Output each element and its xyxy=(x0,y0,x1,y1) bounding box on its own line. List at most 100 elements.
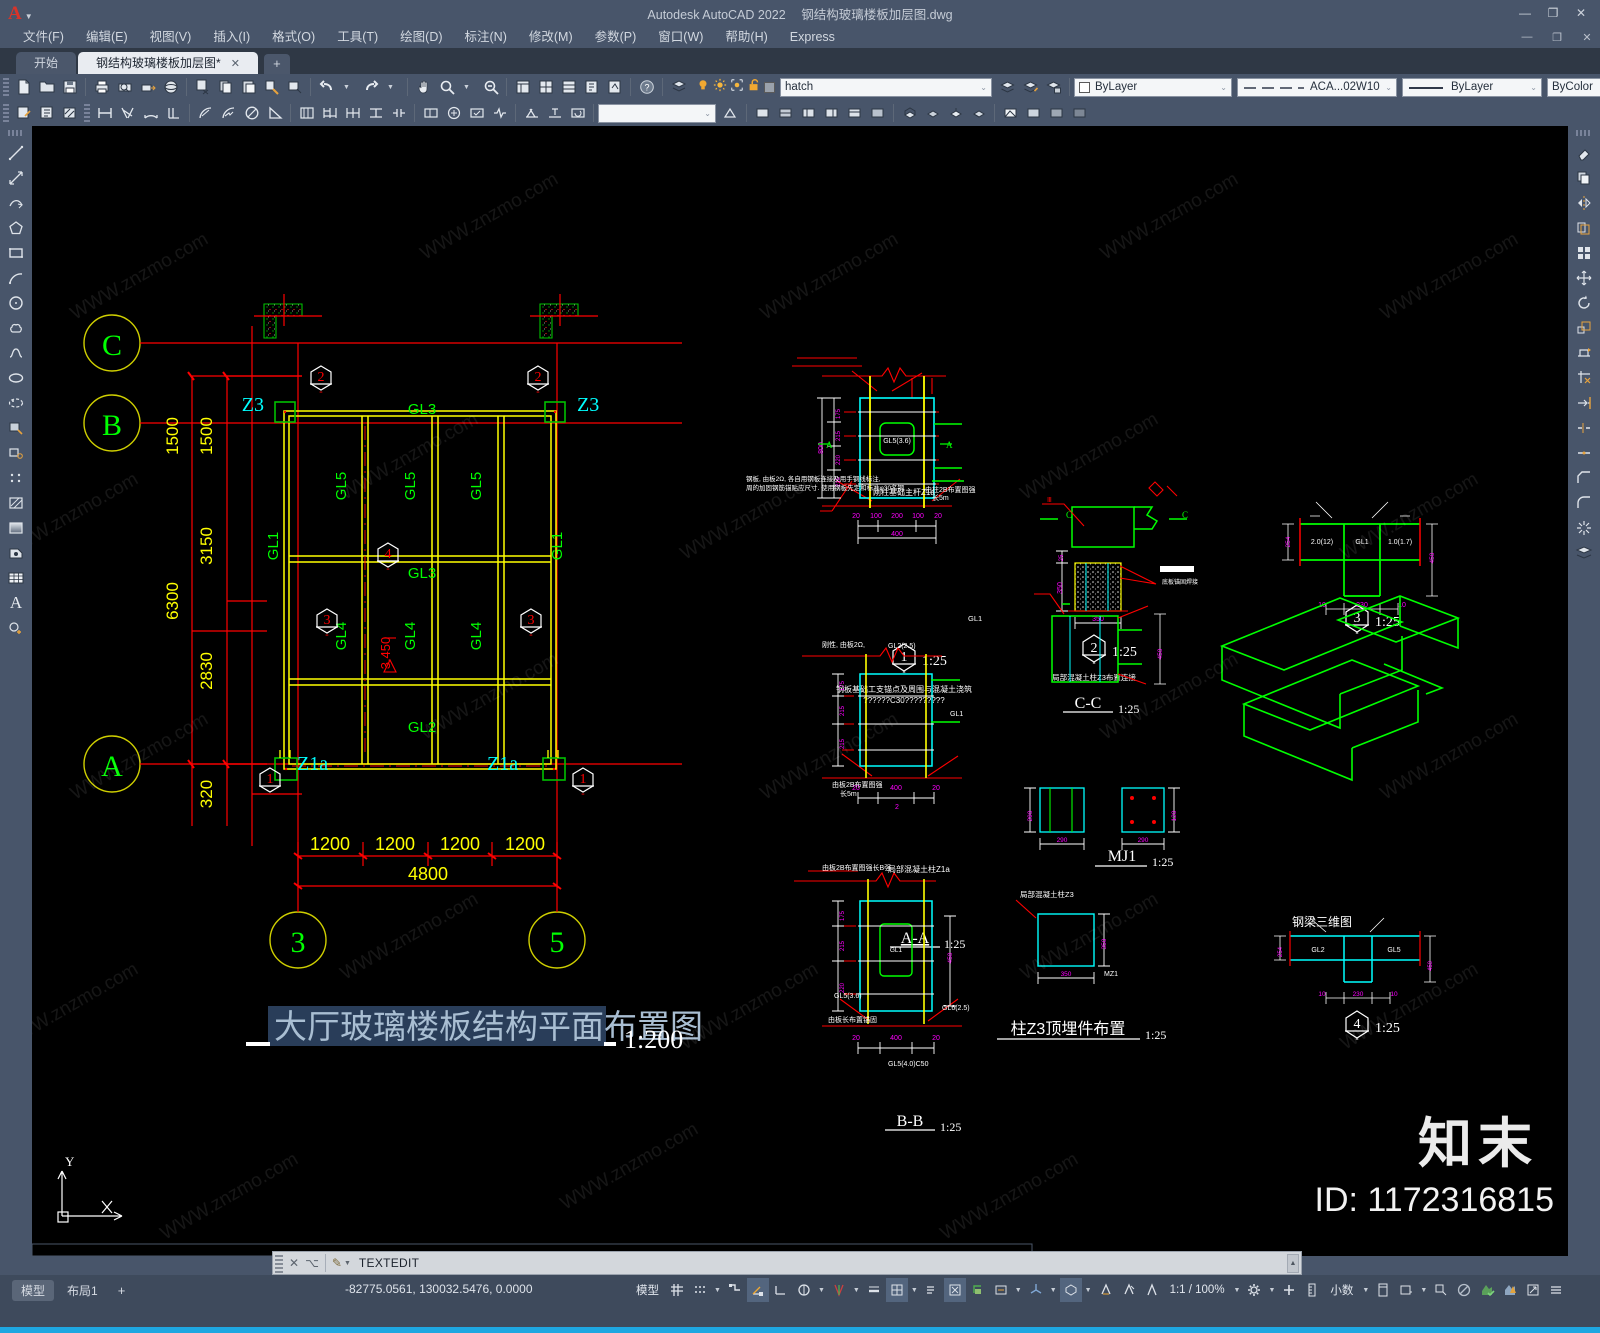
visual-style-realistic-icon[interactable] xyxy=(1069,103,1090,123)
visual-style-2d-icon[interactable] xyxy=(1000,103,1021,123)
plot-preview-icon[interactable] xyxy=(114,77,135,97)
multiline-text-icon[interactable]: A xyxy=(3,590,29,615)
polygon-icon[interactable] xyxy=(3,215,29,240)
units-icon[interactable] xyxy=(1301,1278,1323,1302)
menu-help[interactable]: 帮助(H) xyxy=(714,26,778,48)
tool-palettes-icon[interactable] xyxy=(558,77,579,97)
tab-start[interactable]: 开始 xyxy=(16,52,77,74)
linetype-caret-icon[interactable]: ⌄ xyxy=(1385,83,1392,92)
dyninput-dropdown-icon[interactable]: ▼ xyxy=(1013,1287,1024,1294)
mirror-icon[interactable] xyxy=(1571,190,1597,215)
visual-style-hidden-icon[interactable] xyxy=(1023,103,1044,123)
dim-jogline-icon[interactable] xyxy=(489,103,510,123)
dim-update-icon[interactable] xyxy=(567,103,588,123)
graphics-performance-icon[interactable] xyxy=(1453,1278,1475,1302)
region-icon[interactable] xyxy=(3,540,29,565)
lock-dropdown-icon[interactable]: ▼ xyxy=(1418,1287,1429,1294)
menu-view[interactable]: 视图(V) xyxy=(139,26,203,48)
center-mark-icon[interactable] xyxy=(443,103,464,123)
ortho-mode-icon[interactable] xyxy=(724,1278,746,1302)
layer-vp-freeze-icon[interactable] xyxy=(730,78,744,97)
ellipse-icon[interactable] xyxy=(3,365,29,390)
menu-file[interactable]: 文件(F) xyxy=(12,26,75,48)
zoom-previous-icon[interactable] xyxy=(480,77,501,97)
hatch-icon[interactable] xyxy=(3,490,29,515)
tolerance-icon[interactable] xyxy=(420,103,441,123)
plotstyle-dropdown[interactable]: ByColor ⌄ xyxy=(1547,77,1600,97)
osnap-track-dropdown-icon[interactable]: ▼ xyxy=(816,1287,827,1294)
chamfer-icon[interactable] xyxy=(1571,465,1597,490)
dim-ordinate-icon[interactable] xyxy=(163,103,184,123)
command-history-icon[interactable]: ✎ xyxy=(332,1256,342,1270)
plot-icon[interactable] xyxy=(91,77,112,97)
dim-oblique-icon[interactable] xyxy=(521,103,542,123)
array-icon[interactable] xyxy=(1571,240,1597,265)
trim-icon[interactable] xyxy=(1571,365,1597,390)
annotation-monitor-icon[interactable] xyxy=(1095,1278,1117,1302)
break-icon[interactable] xyxy=(1571,415,1597,440)
view-sw-iso-icon[interactable] xyxy=(899,103,920,123)
status-menu-icon[interactable] xyxy=(1545,1278,1567,1302)
fillet-icon[interactable] xyxy=(1571,490,1597,515)
fullscreen-icon[interactable] xyxy=(1522,1278,1544,1302)
view-left-icon[interactable] xyxy=(798,103,819,123)
design-center-icon[interactable] xyxy=(535,77,556,97)
offset-icon[interactable] xyxy=(1571,215,1597,240)
dim-angular-icon[interactable] xyxy=(264,103,285,123)
selection-cycling-icon[interactable] xyxy=(921,1278,943,1302)
make-block-icon[interactable] xyxy=(3,440,29,465)
pan-icon[interactable] xyxy=(413,77,434,97)
publish-icon[interactable] xyxy=(137,77,158,97)
object-snap-tracking-icon[interactable] xyxy=(793,1278,815,1302)
layer-states-icon[interactable] xyxy=(1043,77,1064,97)
dynamic-ucs-icon[interactable] xyxy=(967,1278,989,1302)
layer-color-swatch[interactable] xyxy=(764,81,775,93)
draw-toolbar-grip[interactable] xyxy=(8,130,24,136)
modify-toolbar-grip[interactable] xyxy=(1576,130,1592,136)
workspace-settings-icon[interactable] xyxy=(1243,1278,1265,1302)
layer-previous-icon[interactable] xyxy=(997,77,1018,97)
autoscale-icon[interactable] xyxy=(1141,1278,1163,1302)
point-icon[interactable] xyxy=(3,465,29,490)
zoom-icon[interactable] xyxy=(436,77,457,97)
properties-palette-icon[interactable] xyxy=(512,77,533,97)
command-line[interactable]: ✕ ⌥ ✎ ▼ TEXTEDIT ▲ xyxy=(272,1251,1302,1275)
toolbar-grip[interactable] xyxy=(3,104,9,122)
spline-icon[interactable] xyxy=(3,340,29,365)
menu-draw[interactable]: 绘图(D) xyxy=(389,26,453,48)
3d-object-snap-icon[interactable] xyxy=(943,1278,966,1302)
performance-warning-icon[interactable] xyxy=(1499,1278,1521,1302)
osnap-dropdown-icon[interactable]: ▼ xyxy=(851,1287,862,1294)
view-bottom-icon[interactable] xyxy=(775,103,796,123)
grid-display-icon[interactable] xyxy=(666,1278,688,1302)
hatch-edit-icon[interactable] xyxy=(59,103,80,123)
redo-icon[interactable] xyxy=(360,77,381,97)
line-icon[interactable] xyxy=(3,140,29,165)
isometric-drafting-icon[interactable] xyxy=(770,1278,792,1302)
lineweight-display-icon[interactable] xyxy=(863,1278,885,1302)
command-line-resize-icon[interactable]: ⌥ xyxy=(305,1256,319,1270)
explode-icon[interactable] xyxy=(1571,515,1597,540)
gradient-icon[interactable] xyxy=(3,515,29,540)
color-caret-icon[interactable]: ⌄ xyxy=(1220,83,1227,92)
add-selected-icon[interactable] xyxy=(3,615,29,640)
zoom-dropdown-icon[interactable]: ▼ xyxy=(456,77,477,97)
view-top-icon[interactable] xyxy=(752,103,773,123)
insert-block-icon[interactable] xyxy=(3,415,29,440)
dynamic-input-icon[interactable] xyxy=(990,1278,1012,1302)
coordinates-readout[interactable]: -82775.0561, 130032.5476, 0.0000 xyxy=(345,1282,533,1296)
lineweight-caret-icon[interactable]: ⌄ xyxy=(1530,83,1537,92)
close-icon[interactable]: ✕ xyxy=(1574,6,1588,20)
snap-mode-icon[interactable] xyxy=(689,1278,711,1302)
lock-ui-icon[interactable] xyxy=(1395,1278,1417,1302)
dim-break-icon[interactable] xyxy=(388,103,409,123)
menu-dimension[interactable]: 标注(N) xyxy=(454,26,518,48)
customization-plus-icon[interactable] xyxy=(1278,1278,1300,1302)
layout1-tab[interactable]: 布局1 xyxy=(58,1280,107,1301)
table-icon[interactable] xyxy=(3,565,29,590)
join-icon[interactable] xyxy=(1571,440,1597,465)
doc-minimize-icon[interactable]: — xyxy=(1520,31,1534,44)
ellipse-arc-icon[interactable] xyxy=(3,390,29,415)
isometric-plane-icon[interactable] xyxy=(1059,1278,1082,1302)
autocad-logo-icon[interactable]: A ▼ xyxy=(0,4,33,23)
